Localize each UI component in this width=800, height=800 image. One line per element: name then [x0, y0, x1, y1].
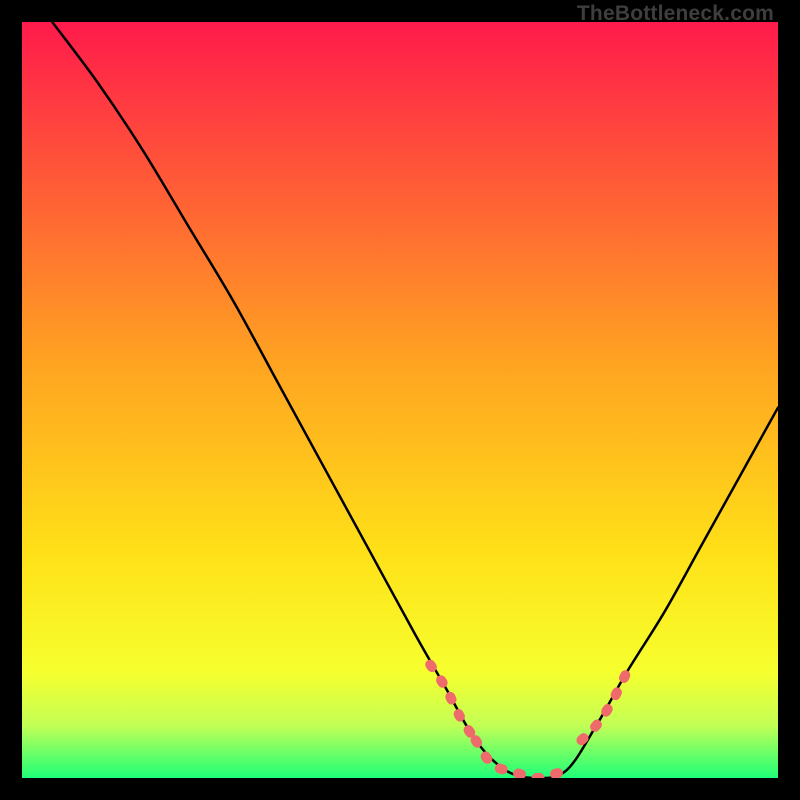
bottleneck-chart	[22, 22, 778, 778]
gradient-background	[22, 22, 778, 778]
chart-frame: TheBottleneck.com	[0, 0, 800, 800]
